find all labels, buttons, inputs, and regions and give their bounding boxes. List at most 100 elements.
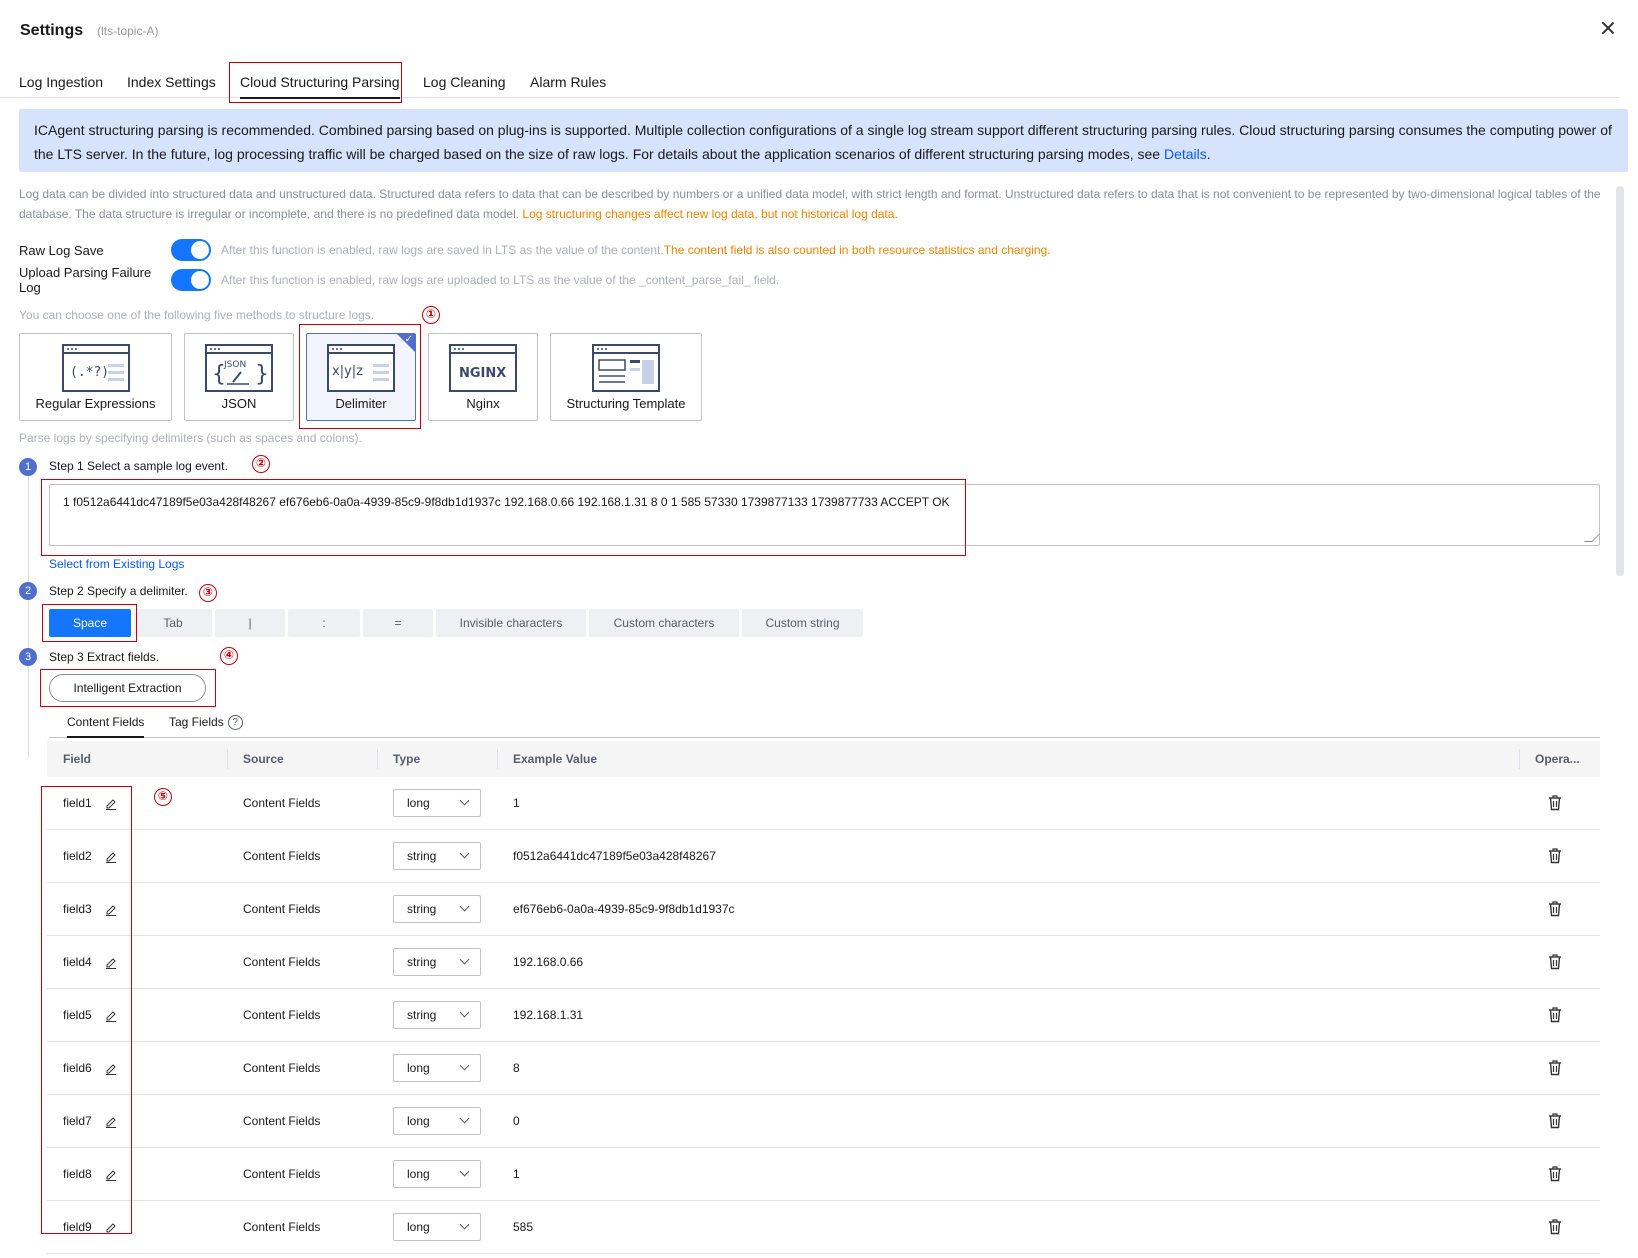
header-separator bbox=[1519, 749, 1520, 769]
edit-icon[interactable] bbox=[105, 1063, 117, 1075]
raw-log-save-label: Raw Log Save bbox=[19, 242, 104, 258]
intelligent-extraction-button[interactable]: Intelligent Extraction bbox=[49, 674, 206, 702]
tab-index-settings[interactable]: Index Settings bbox=[127, 74, 216, 90]
delimiter-custom-characters[interactable]: Custom characters bbox=[589, 609, 739, 637]
type-select[interactable]: long bbox=[393, 1107, 481, 1135]
edit-icon[interactable] bbox=[105, 904, 117, 916]
edit-icon[interactable] bbox=[105, 798, 117, 810]
delete-icon[interactable] bbox=[1548, 1166, 1562, 1182]
field-cell: field6 bbox=[63, 1042, 117, 1095]
method-card-json[interactable]: { } JSON JSON bbox=[184, 333, 294, 421]
field-cell: field1 bbox=[63, 777, 117, 830]
method-card-delimiter[interactable]: ✓ x|y|z Delimiter bbox=[306, 333, 416, 421]
type-value: long bbox=[407, 796, 430, 810]
type-select[interactable]: string bbox=[393, 895, 481, 923]
type-value: long bbox=[407, 1114, 430, 1128]
resize-handle[interactable] bbox=[1584, 534, 1600, 542]
delimiter-custom-string[interactable]: Custom string bbox=[742, 609, 863, 637]
upload-failure-toggle[interactable] bbox=[171, 269, 211, 291]
type-select[interactable]: string bbox=[393, 1001, 481, 1029]
type-select[interactable]: long bbox=[393, 1054, 481, 1082]
edit-icon[interactable] bbox=[105, 957, 117, 969]
tab-log-ingestion[interactable]: Log Ingestion bbox=[19, 74, 103, 90]
source-cell: Content Fields bbox=[243, 1220, 321, 1234]
tab-content-fields[interactable]: Content Fields bbox=[67, 715, 145, 738]
svg-text:(.*?): (.*?) bbox=[70, 365, 109, 380]
field-name: field5 bbox=[63, 1008, 92, 1022]
edit-icon[interactable] bbox=[105, 851, 117, 863]
sample-log-input[interactable]: 1 f0512a6441dc47189f5e03a428f48267 ef676… bbox=[49, 484, 1600, 546]
delimiter-invisible[interactable]: Invisible characters bbox=[436, 609, 586, 637]
example-value-cell: f0512a6441dc47189f5e03a428f48267 bbox=[513, 849, 716, 863]
field-name: field2 bbox=[63, 849, 92, 863]
delimiter-tab[interactable]: Tab bbox=[134, 609, 212, 637]
step-2-title: Step 2 Specify a delimiter. bbox=[49, 584, 188, 598]
delimiter-equals[interactable]: = bbox=[363, 609, 433, 637]
method-card-template[interactable]: Structuring Template bbox=[550, 333, 702, 421]
edit-icon[interactable] bbox=[105, 1010, 117, 1022]
table-row: field2 Content Fields string f0512a6441d… bbox=[47, 830, 1600, 883]
step-1-badge: 1 bbox=[19, 458, 37, 476]
edit-icon[interactable] bbox=[105, 1222, 117, 1234]
method-label-template: Structuring Template bbox=[566, 396, 686, 411]
edit-icon[interactable] bbox=[105, 1169, 117, 1181]
field-name: field8 bbox=[63, 1167, 92, 1181]
chevron-down-icon bbox=[459, 1007, 470, 1018]
type-select[interactable]: long bbox=[393, 789, 481, 817]
tab-log-cleaning[interactable]: Log Cleaning bbox=[423, 74, 506, 90]
header-field: Field bbox=[63, 752, 92, 766]
upload-failure-hint: After this function is enabled, raw logs… bbox=[221, 273, 780, 287]
tab-cloud-structuring-parsing[interactable]: Cloud Structuring Parsing bbox=[240, 74, 400, 99]
delete-icon[interactable] bbox=[1548, 1219, 1562, 1235]
delimiter-pipe[interactable]: | bbox=[215, 609, 285, 637]
select-existing-logs-link[interactable]: Select from Existing Logs bbox=[49, 557, 184, 571]
field-name: field9 bbox=[63, 1220, 92, 1234]
field-name: field4 bbox=[63, 955, 92, 969]
type-select[interactable]: string bbox=[393, 948, 481, 976]
delete-icon[interactable] bbox=[1548, 848, 1562, 864]
table-row: field8 Content Fields long 1 bbox=[47, 1148, 1600, 1201]
annotation-1: ① bbox=[422, 306, 440, 324]
delete-icon[interactable] bbox=[1548, 1113, 1562, 1129]
delimiter-colon[interactable]: : bbox=[288, 609, 360, 637]
delimiter-space[interactable]: Space bbox=[49, 609, 131, 637]
header-operation: Opera... bbox=[1535, 752, 1580, 766]
close-icon[interactable] bbox=[1598, 18, 1618, 38]
type-select[interactable]: string bbox=[393, 842, 481, 870]
header-example: Example Value bbox=[513, 752, 598, 766]
step-2-badge: 2 bbox=[19, 582, 37, 600]
field-name: field7 bbox=[63, 1114, 92, 1128]
delete-icon[interactable] bbox=[1548, 1060, 1562, 1076]
help-icon[interactable]: ? bbox=[227, 715, 243, 731]
tab-alarm-rules[interactable]: Alarm Rules bbox=[530, 74, 606, 90]
delete-icon[interactable] bbox=[1548, 1007, 1562, 1023]
details-link[interactable]: Details bbox=[1164, 146, 1207, 162]
chevron-down-icon bbox=[459, 1166, 470, 1177]
delete-icon[interactable] bbox=[1548, 954, 1562, 970]
delete-icon[interactable] bbox=[1548, 901, 1562, 917]
tab-tag-fields[interactable]: Tag Fields? bbox=[169, 715, 243, 731]
method-card-regex[interactable]: (.*?) Regular Expressions bbox=[19, 333, 172, 421]
chevron-down-icon bbox=[459, 954, 470, 965]
edit-icon[interactable] bbox=[105, 1116, 117, 1128]
header-separator bbox=[377, 749, 378, 769]
type-select[interactable]: long bbox=[393, 1213, 481, 1241]
table-body: field1 Content Fields long 1 field2 Cont… bbox=[47, 777, 1600, 1254]
source-cell: Content Fields bbox=[243, 902, 321, 916]
table-row: field4 Content Fields string 192.168.0.6… bbox=[47, 936, 1600, 989]
raw-log-save-toggle[interactable] bbox=[171, 239, 211, 261]
field-cell: field2 bbox=[63, 830, 117, 883]
svg-text:JSON: JSON bbox=[223, 360, 246, 370]
regex-icon: (.*?) bbox=[61, 344, 130, 392]
settings-tabs: Log Ingestion Index Settings Cloud Struc… bbox=[0, 64, 1620, 99]
header-type: Type bbox=[393, 752, 421, 766]
type-select[interactable]: long bbox=[393, 1160, 481, 1188]
alert-end: . bbox=[1206, 146, 1211, 162]
method-card-nginx[interactable]: NGINX Nginx bbox=[428, 333, 538, 421]
step-3-title: Step 3 Extract fields. bbox=[49, 650, 160, 664]
chevron-down-icon bbox=[459, 848, 470, 859]
type-value: string bbox=[407, 955, 437, 969]
delete-icon[interactable] bbox=[1548, 795, 1562, 811]
source-cell: Content Fields bbox=[243, 1167, 321, 1181]
field-cell: field4 bbox=[63, 936, 117, 989]
